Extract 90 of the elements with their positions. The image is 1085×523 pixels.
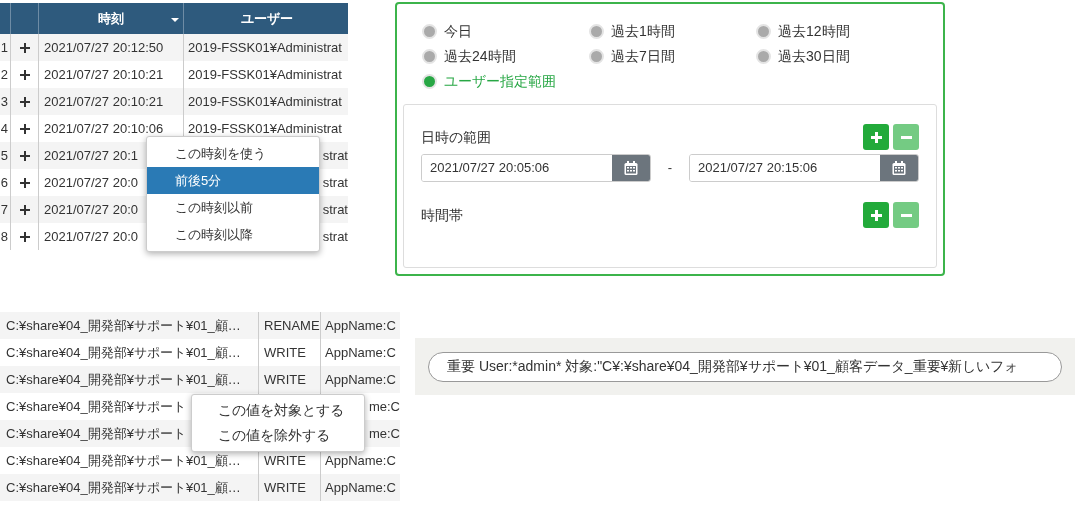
calendar-icon[interactable]: [892, 161, 906, 175]
table-cell-text: strat: [322, 200, 348, 219]
add-button[interactable]: [863, 202, 889, 228]
row-number: 8: [0, 227, 8, 246]
row-number: 4: [0, 119, 8, 138]
radio-button[interactable]: [756, 49, 771, 64]
table-cell-text: 2021/07/27 20:10:06: [44, 119, 164, 138]
table-cell-text: 2021/07/27 20:0: [44, 173, 138, 192]
row-number: 3: [0, 92, 8, 111]
field-value: 2021/07/27 20:15:06: [698, 159, 818, 178]
table-cell-text: AppName:C: [325, 316, 396, 335]
plus-icon[interactable]: [19, 96, 30, 107]
table-cell-text: 2019-FSSK01¥Administrat: [188, 119, 342, 138]
table-cell-text: C:¥share¥04_開発部¥サポート¥01_顧…: [6, 343, 241, 362]
table-cell-text: 2019-FSSK01¥Administrat: [188, 92, 342, 111]
plus-icon: [870, 131, 882, 143]
plus-icon: [870, 209, 882, 221]
radio-button[interactable]: [422, 24, 437, 39]
radio-button[interactable]: [589, 24, 604, 39]
plus-icon[interactable]: [19, 177, 30, 188]
sort-caret-icon[interactable]: [171, 18, 179, 22]
range-separator: -: [666, 159, 674, 178]
plus-icon[interactable]: [19, 231, 30, 242]
column-header[interactable]: 時刻: [98, 8, 124, 29]
table-cell-text: C:¥share¥04_開発部¥サポート: [6, 397, 186, 416]
minus-icon: [900, 135, 912, 139]
table-cell-text: C:¥share¥04_開発部¥サポート¥01_顧…: [6, 316, 241, 335]
plus-icon[interactable]: [19, 69, 30, 80]
radio-button[interactable]: [589, 49, 604, 64]
row-number: 7: [0, 200, 8, 219]
table-cell-text: 2021/07/27 20:10:21: [44, 65, 164, 84]
radio-button[interactable]: [422, 49, 437, 64]
table-cell-text: 2021/07/27 20:0: [44, 200, 138, 219]
table-cell-text: strat: [322, 173, 348, 192]
radio-button[interactable]: [422, 74, 437, 89]
table-cell-text: AppName:C: [325, 451, 396, 470]
table-cell-text: 2021/07/27 20:1: [44, 146, 138, 165]
filter-chip[interactable]: 重要 User:*admin* 対象:"C¥:¥share¥04_開発部¥サポート¥01_顧客データ_重要¥新しいフォ: [428, 351, 1062, 382]
row-number: 6: [0, 173, 8, 192]
row-number: 1: [0, 38, 8, 57]
row-number: 5: [0, 146, 8, 165]
column-header[interactable]: ユーザー: [241, 8, 293, 29]
radio-label: 過去30日間: [778, 47, 850, 66]
minus-icon: [900, 213, 912, 217]
menu-item[interactable]: この値を対象とする: [192, 398, 364, 423]
table-cell-text: WRITE: [264, 451, 306, 470]
calendar-icon[interactable]: [624, 161, 638, 175]
table-cell-text: strat: [322, 227, 348, 246]
menu-item[interactable]: この時刻を使う: [147, 140, 319, 167]
table-cell-text: C:¥share¥04_開発部¥サポート¥01_顧…: [6, 370, 241, 389]
radio-label: 今日: [444, 22, 472, 41]
table-cell-text: 2021/07/27 20:10:21: [44, 92, 164, 111]
radio-label: ユーザー指定範囲: [444, 72, 556, 91]
plus-icon[interactable]: [19, 42, 30, 53]
section-label: 時間帯: [421, 205, 463, 225]
table-cell-text: WRITE: [264, 478, 306, 497]
radio-label: 過去1時間: [611, 22, 675, 41]
table-cell-text: AppName:C: [325, 370, 396, 389]
table-cell-text: me:C: [368, 424, 400, 443]
table-cell-text: 2019-FSSK01¥Administrat: [188, 38, 342, 57]
add-button[interactable]: [863, 124, 889, 150]
radio-button[interactable]: [756, 24, 771, 39]
table-cell-text: C:¥share¥04_開発部¥サポート: [6, 424, 186, 443]
plus-icon[interactable]: [19, 123, 30, 134]
table-cell-text: RENAME: [264, 316, 320, 335]
table-cell-text: 2021/07/27 20:12:50: [44, 38, 164, 57]
date-field[interactable]: 2021/07/27 20:05:06: [421, 154, 651, 182]
radio-label: 過去24時間: [444, 47, 516, 66]
radio-label: 過去12時間: [778, 22, 850, 41]
table-cell-text: WRITE: [264, 343, 306, 362]
date-field[interactable]: 2021/07/27 20:15:06: [689, 154, 919, 182]
menu-item[interactable]: この時刻以前: [147, 194, 319, 221]
table-cell-text: 2021/07/27 20:0: [44, 227, 138, 246]
table-cell-text: 2019-FSSK01¥Administrat: [188, 65, 342, 84]
table-cell-text: me:C: [368, 397, 400, 416]
table-cell-text: AppName:C: [325, 343, 396, 362]
table-cell-text: AppName:C: [325, 478, 396, 497]
table-cell-text: C:¥share¥04_開発部¥サポート¥01_顧…: [6, 478, 241, 497]
table-cell-text: C:¥share¥04_開発部¥サポート¥01_顧…: [6, 451, 241, 470]
table-cell-text: strat: [322, 146, 348, 165]
menu-item[interactable]: この値を除外する: [192, 423, 364, 448]
row-number: 2: [0, 65, 8, 84]
field-value: 2021/07/27 20:05:06: [430, 159, 550, 178]
radio-label: 過去7日間: [611, 47, 675, 66]
plus-icon[interactable]: [19, 150, 30, 161]
menu-item[interactable]: この時刻以降: [147, 221, 319, 248]
section-label: 日時の範囲: [421, 127, 491, 147]
plus-icon[interactable]: [19, 204, 30, 215]
menu-item[interactable]: 前後5分: [147, 167, 319, 194]
table-cell-text: WRITE: [264, 370, 306, 389]
